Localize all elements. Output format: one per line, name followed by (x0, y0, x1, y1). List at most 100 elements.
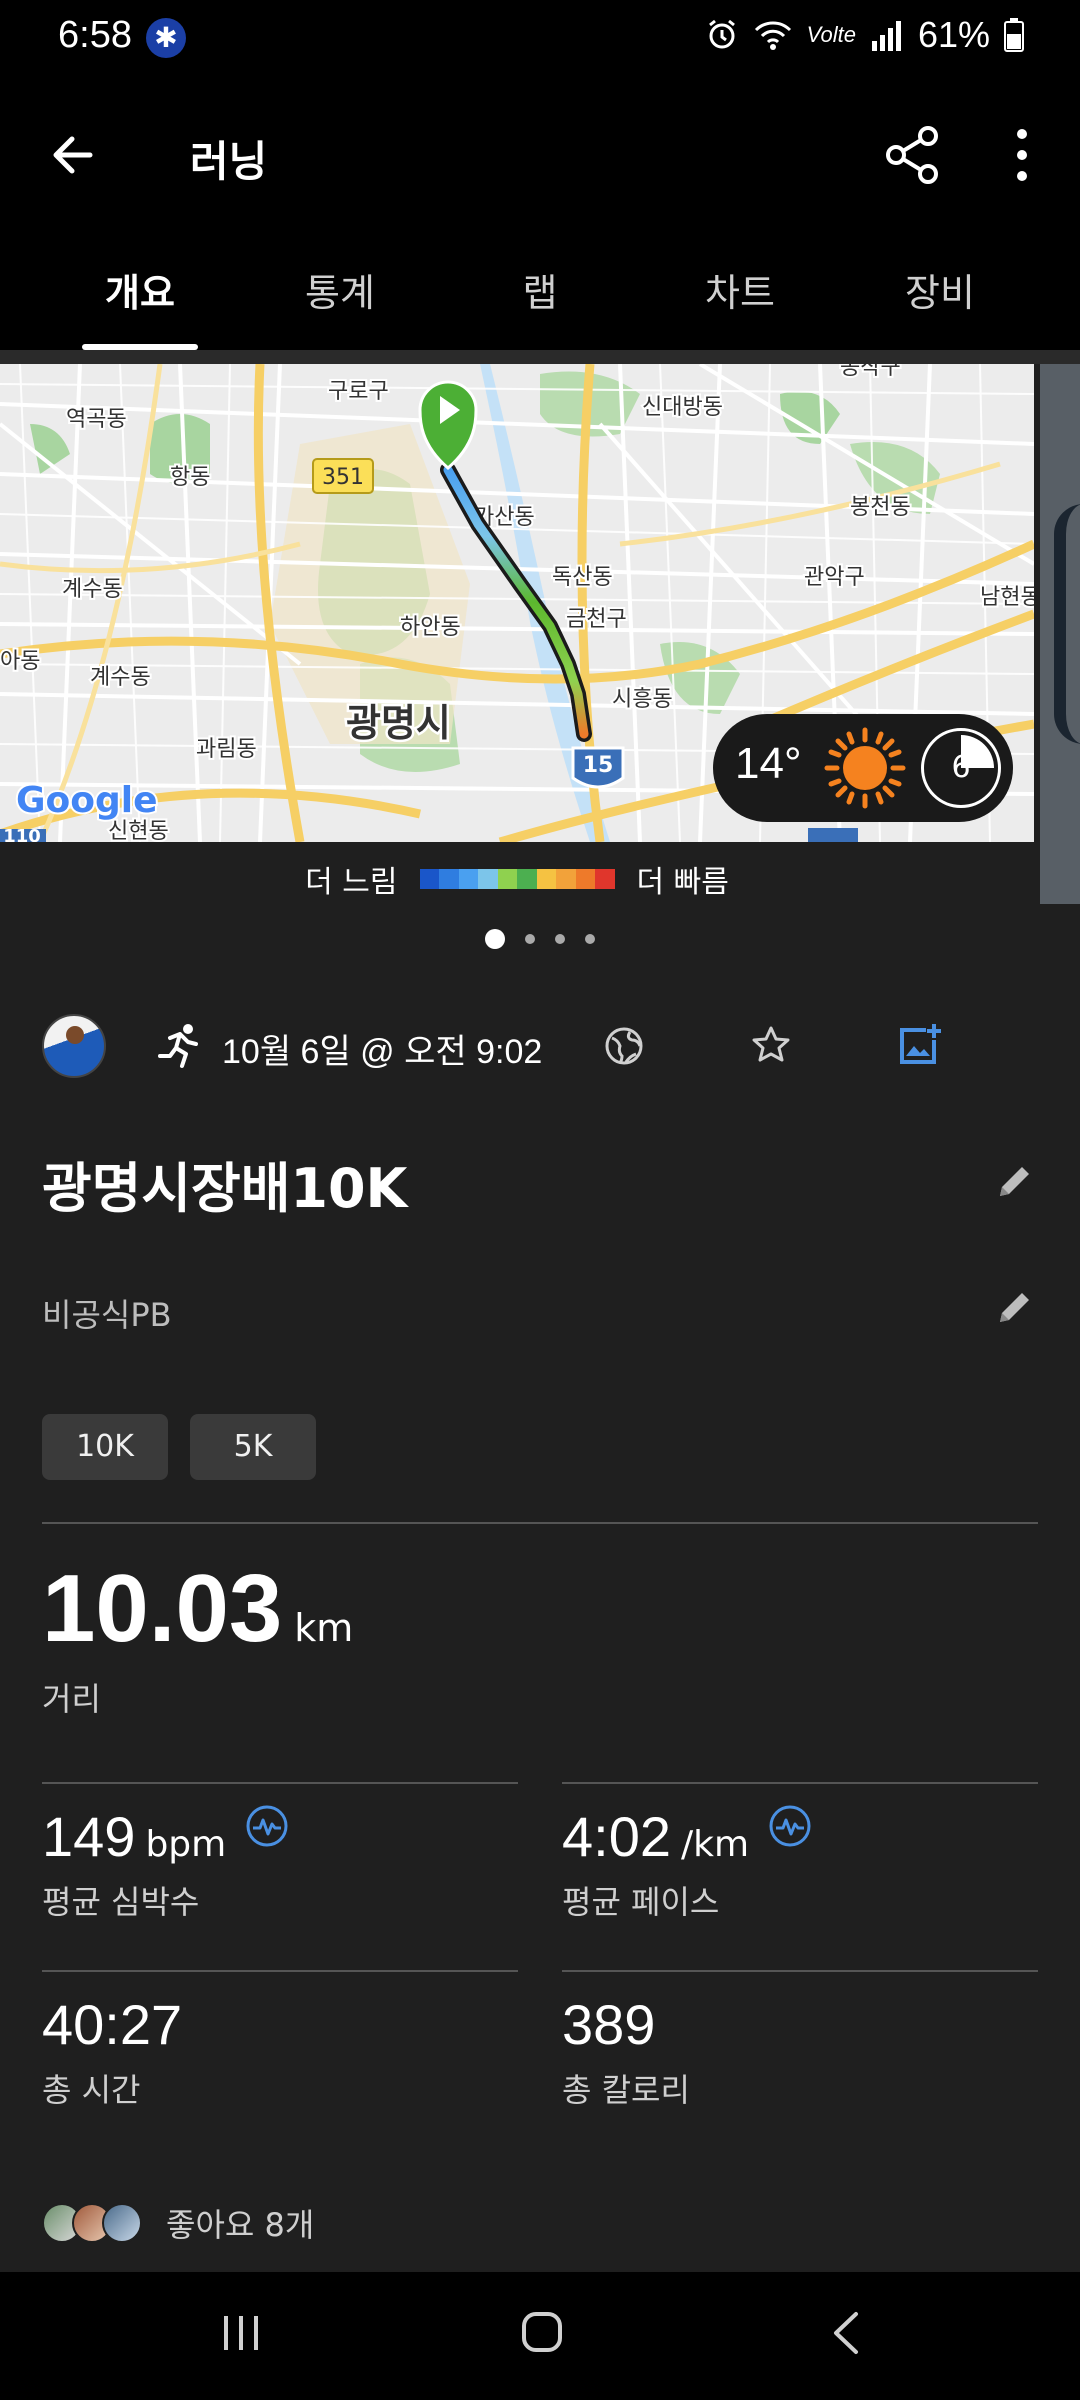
svg-text:시흥동: 시흥동 (612, 687, 673, 712)
calories-stat: 389 총 칼로리 (562, 1992, 1038, 2111)
add-photo-icon[interactable] (896, 1022, 942, 1068)
legend-slow-label: 더 느림 (305, 865, 398, 900)
heart-rate-label: 평균 심박수 (42, 1883, 200, 1921)
sunny-icon (824, 727, 906, 809)
distance-stat: 10.03 km (42, 1554, 353, 1664)
pager-dot[interactable] (585, 934, 595, 944)
tab-overview[interactable]: 개요 (40, 230, 240, 350)
activity-header: 10월 6일 @ 오전 9:02 (0, 1014, 1080, 1094)
speed-color-swatch (458, 869, 478, 889)
pace-stat: 4:02/km 평균 페이스 (562, 1804, 1038, 1923)
distance-value: 10.03 (42, 1555, 283, 1662)
pace-label: 평균 페이스 (562, 1883, 720, 1921)
activity-title: 광명시장배10K (42, 1157, 408, 1220)
svg-text:금천구: 금천구 (566, 607, 627, 632)
svg-text:동작구: 동작구 (840, 364, 901, 380)
overview-content: 351 15 110 구로구 신대방동 역곡동 항동 가산동 봉천동 계수동 독… (0, 364, 1080, 2272)
divider (562, 1782, 1038, 1784)
tag-chips: 10K 5K (42, 1414, 316, 1480)
privacy-globe-icon[interactable] (604, 1026, 644, 1066)
heart-rate-chart-icon[interactable] (245, 1804, 289, 1848)
pager-dot[interactable] (555, 934, 565, 944)
avatar[interactable] (42, 1014, 106, 1078)
liker-avatar (102, 2203, 142, 2243)
svg-text:봉천동: 봉천동 (850, 495, 911, 520)
home-icon[interactable] (518, 2308, 566, 2356)
tab-gear[interactable]: 장비 (840, 230, 1040, 350)
status-icons: Volte 61% (705, 14, 1024, 56)
activity-date: 10월 6일 @ 오전 9:02 (222, 1033, 543, 1071)
back-nav-icon[interactable] (826, 2308, 866, 2358)
tabs-divider (0, 350, 1080, 364)
speed-color-swatch (536, 869, 556, 889)
divider (562, 1970, 1038, 1972)
svg-text:계수동: 계수동 (90, 665, 151, 690)
svg-text:항동: 항동 (170, 465, 210, 490)
weather-badge: 14° 6 (713, 714, 1013, 822)
edit-title-icon[interactable] (994, 1162, 1034, 1202)
svg-text:독산동: 독산동 (552, 565, 613, 590)
tag-chip[interactable]: 5K (190, 1414, 316, 1480)
distance-unit: km (294, 1606, 354, 1650)
tag-chip[interactable]: 10K (42, 1414, 168, 1480)
pager-dot[interactable] (485, 929, 505, 949)
route-map[interactable]: 351 15 110 구로구 신대방동 역곡동 항동 가산동 봉천동 계수동 독… (0, 364, 1034, 842)
moon-phase-icon: 6 (921, 728, 1001, 808)
divider (42, 1782, 518, 1784)
status-bar: 6:58 ✱ Volte 61% (0, 0, 1080, 80)
total-time-value: 40:27 (42, 1993, 183, 2056)
svg-text:Google: Google (16, 780, 158, 821)
total-time-label: 총 시간 (42, 2071, 141, 2109)
distance-label: 거리 (42, 1680, 101, 1718)
speed-color-swatch (556, 869, 576, 889)
svg-text:계수동: 계수동 (62, 577, 123, 602)
pace-unit: /km (681, 1824, 750, 1865)
speed-color-swatch (595, 869, 615, 889)
recent-apps-icon[interactable] (218, 2310, 264, 2356)
tab-charts[interactable]: 차트 (640, 230, 840, 350)
calories-label: 총 칼로리 (562, 2071, 690, 2109)
status-time: 6:58 (58, 14, 132, 56)
svg-text:과림동: 과림동 (196, 737, 257, 762)
speed-color-swatch (497, 869, 517, 889)
svg-text:15: 15 (583, 753, 614, 778)
divider (42, 1522, 1038, 1524)
tab-stats[interactable]: 통계 (240, 230, 440, 350)
more-options-icon[interactable] (1000, 122, 1044, 188)
favorite-star-icon[interactable] (750, 1024, 792, 1066)
svg-text:351: 351 (322, 465, 364, 490)
speed-color-swatch (439, 869, 459, 889)
legend-fast-label: 더 빠름 (636, 865, 729, 900)
battery-percent: 61% (917, 14, 990, 55)
app-bar: 러닝 (0, 80, 1080, 230)
tab-laps[interactable]: 랩 (440, 230, 640, 350)
heart-rate-value: 149 (42, 1805, 136, 1868)
speed-color-swatch (419, 869, 439, 889)
svg-text:구로구: 구로구 (328, 379, 389, 404)
pager-dot[interactable] (525, 934, 535, 944)
likes-count: 좋아요 8개 (166, 2206, 315, 2244)
likes-row[interactable]: 좋아요 8개 (42, 2200, 314, 2246)
edit-description-icon[interactable] (994, 1288, 1034, 1328)
battery-icon (1004, 18, 1024, 52)
svg-text:역곡동: 역곡동 (66, 407, 127, 432)
svg-text:관악구: 관악구 (804, 565, 865, 590)
page-title: 러닝 (190, 137, 268, 186)
system-nav-bar (0, 2272, 1080, 2400)
signal-icon (871, 21, 901, 51)
back-arrow-icon[interactable] (40, 120, 110, 190)
divider (42, 1970, 518, 1972)
svg-text:하안동: 하안동 (400, 615, 461, 640)
speed-legend: 더 느림 더 빠름 (0, 854, 1034, 904)
svg-text:110: 110 (3, 826, 41, 842)
next-photo-preview[interactable] (1040, 364, 1080, 904)
svg-text:광명시: 광명시 (346, 701, 451, 745)
heart-rate-unit: bpm (145, 1824, 227, 1865)
pace-chart-icon[interactable] (768, 1804, 812, 1848)
speed-color-swatch (478, 869, 498, 889)
svg-text:신대방동: 신대방동 (642, 395, 723, 420)
total-time-stat: 40:27 총 시간 (42, 1992, 518, 2111)
app-notification-icon: ✱ (146, 18, 186, 58)
svg-text:남현동: 남현동 (980, 585, 1034, 610)
share-icon[interactable] (880, 122, 946, 188)
